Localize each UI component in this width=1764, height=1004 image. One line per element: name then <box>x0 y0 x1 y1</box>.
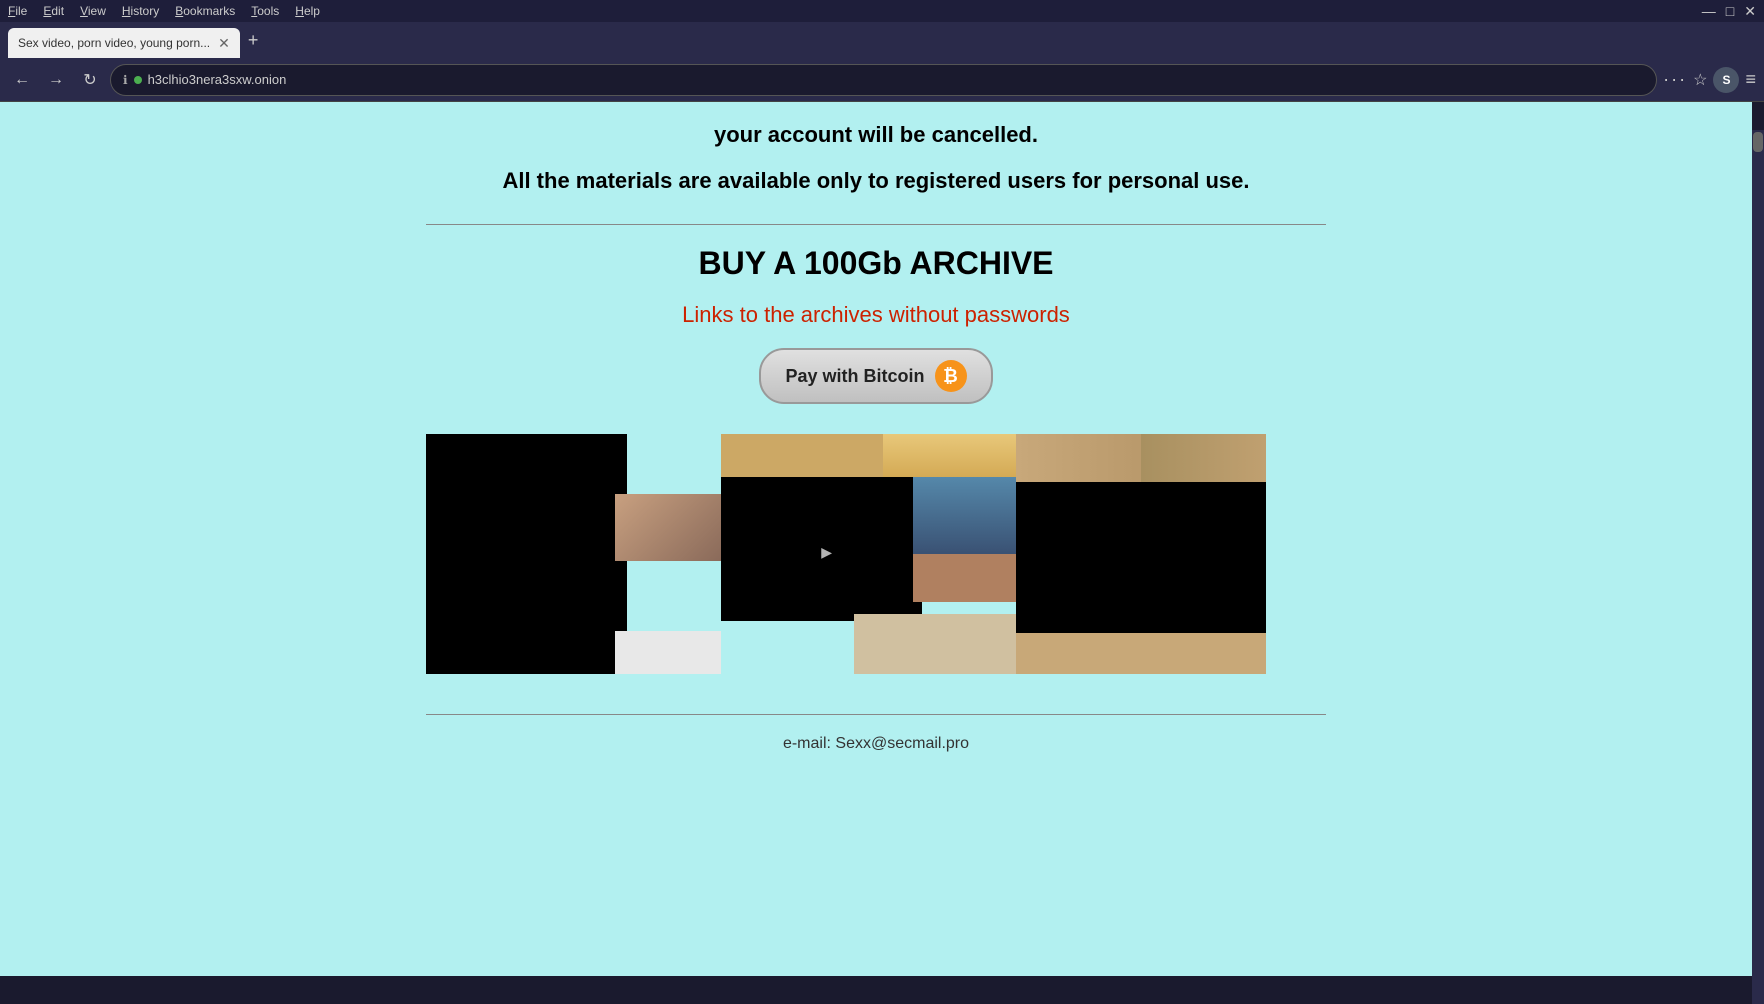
media-slot-3 <box>1016 434 1266 674</box>
user-avatar[interactable]: S <box>1713 67 1739 93</box>
browser-window: File Edit View History Bookmarks Tools H… <box>0 0 1764 1004</box>
url-text: h3clhio3nera3sxw.onion <box>148 72 1645 87</box>
bookmark-button[interactable]: ☆ <box>1693 70 1707 90</box>
menu-edit[interactable]: Edit <box>43 4 64 18</box>
menu-bar: File Edit View History Bookmarks Tools H… <box>0 0 1764 22</box>
security-indicator <box>134 76 142 84</box>
minimize-button[interactable]: — <box>1702 3 1716 19</box>
pay-button-text: Pay with Bitcoin <box>785 366 924 387</box>
nav-bar: ← → ↻ ℹ h3clhio3nera3sxw.onion ··· ☆ S ≡ <box>0 58 1764 102</box>
tab-title: Sex video, porn video, young porn... <box>18 36 210 50</box>
new-tab-button[interactable]: + <box>240 30 267 51</box>
forward-button[interactable]: → <box>42 66 70 94</box>
bitcoin-icon: ₿ <box>935 360 967 392</box>
email-text: e-mail: Sexx@secmail.pro <box>783 735 969 753</box>
menu-tools[interactable]: Tools <box>251 4 279 18</box>
scrollbar-thumb[interactable] <box>1753 132 1763 152</box>
nav-right-controls: ··· ☆ S ≡ <box>1663 67 1756 93</box>
all-materials-text: All the materials are available only to … <box>502 168 1249 194</box>
refresh-button[interactable]: ↻ <box>76 66 104 94</box>
links-text: Links to the archives without passwords <box>682 302 1070 328</box>
buy-title: BUY A 100Gb ARCHIVE <box>698 245 1053 282</box>
media-grid: ▶ <box>426 434 1326 674</box>
page-content: your account will be cancelled. All the … <box>0 102 1752 976</box>
media-slot-2: ▶ <box>721 434 1016 674</box>
menu-help[interactable]: Help <box>295 4 320 18</box>
tab-close-button[interactable]: ✕ <box>218 36 230 50</box>
info-icon: ℹ <box>123 73 128 87</box>
menu-file[interactable]: File <box>8 4 27 18</box>
maximize-button[interactable]: □ <box>1726 3 1734 19</box>
menu-bookmarks[interactable]: Bookmarks <box>175 4 235 18</box>
tab-bar: Sex video, porn video, young porn... ✕ + <box>0 22 1764 58</box>
back-button[interactable]: ← <box>8 66 36 94</box>
divider-bottom <box>426 714 1326 715</box>
cancelled-text: your account will be cancelled. <box>714 122 1038 148</box>
scrollbar[interactable] <box>1752 130 1764 1004</box>
pay-with-bitcoin-button[interactable]: Pay with Bitcoin ₿ <box>759 348 992 404</box>
menu-history[interactable]: History <box>122 4 159 18</box>
menu-view[interactable]: View <box>80 4 106 18</box>
hamburger-menu-button[interactable]: ≡ <box>1745 69 1756 90</box>
divider-top <box>426 224 1326 225</box>
close-button[interactable]: ✕ <box>1744 3 1756 20</box>
more-options-button[interactable]: ··· <box>1663 69 1687 90</box>
media-slot-1 <box>426 434 721 674</box>
active-tab[interactable]: Sex video, porn video, young porn... ✕ <box>8 28 240 58</box>
address-bar[interactable]: ℹ h3clhio3nera3sxw.onion <box>110 64 1657 96</box>
